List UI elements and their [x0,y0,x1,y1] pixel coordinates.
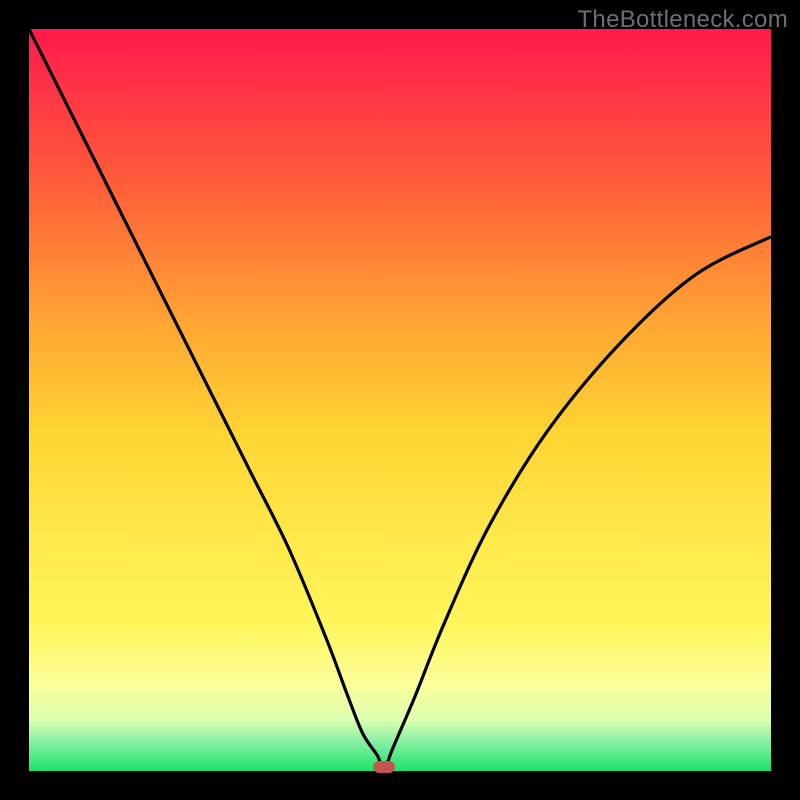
bottleneck-curve [29,29,771,771]
watermark-text: TheBottleneck.com [577,6,788,34]
chart-plot-area [29,29,771,771]
optimum-marker [373,761,395,773]
